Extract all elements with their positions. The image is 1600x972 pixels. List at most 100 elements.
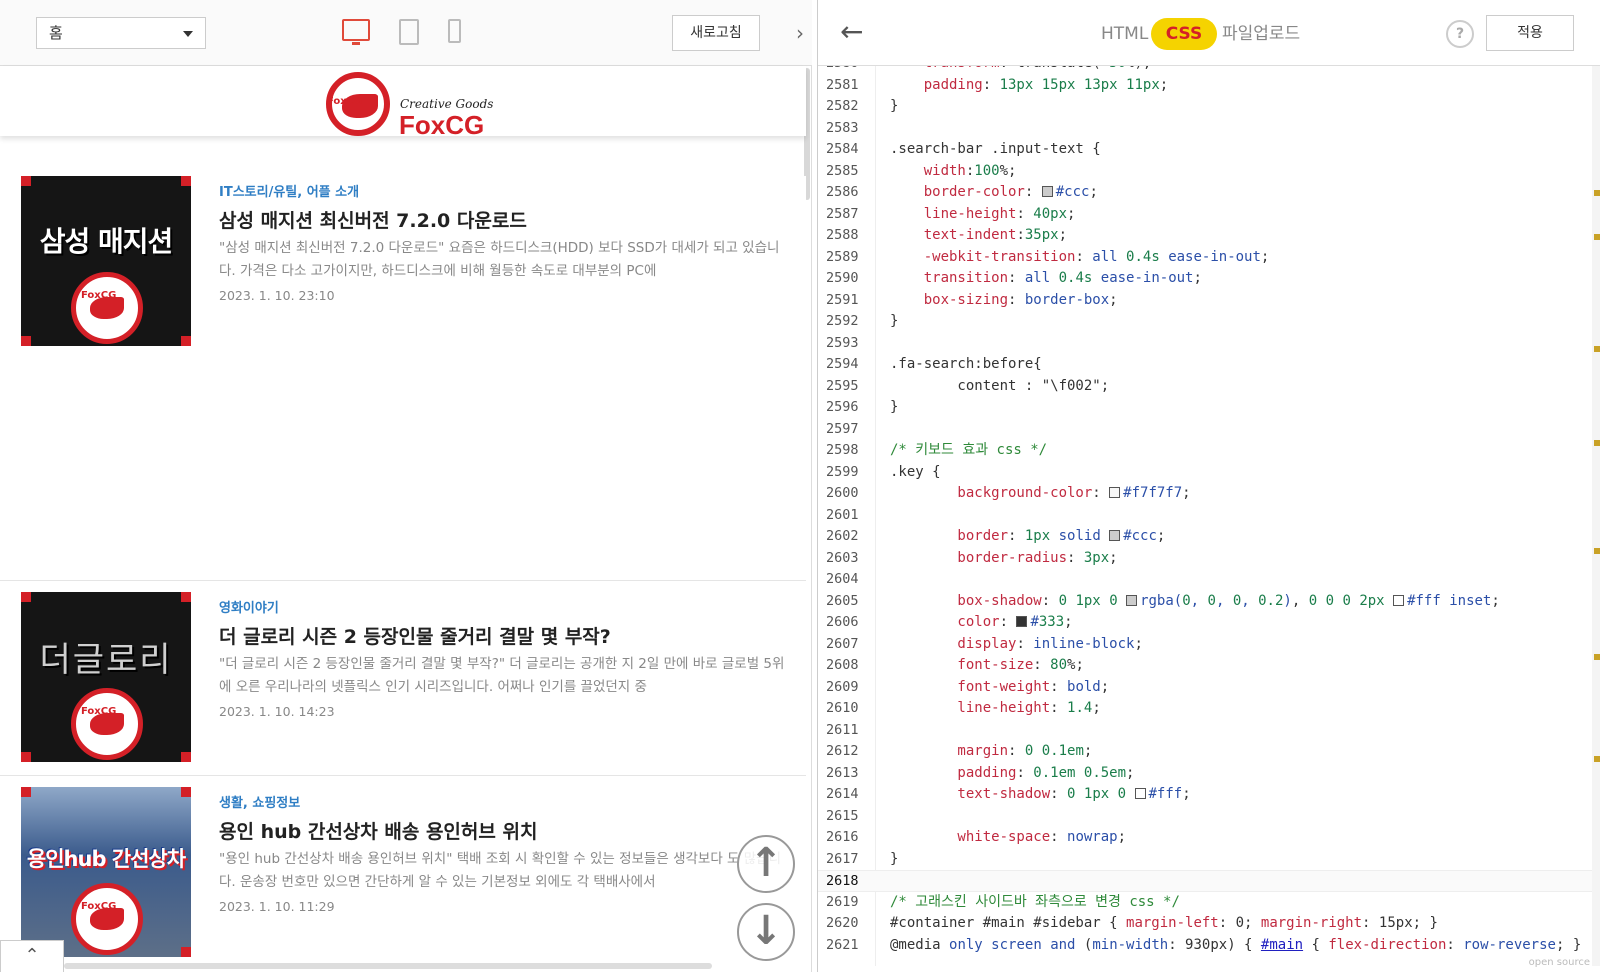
code-text[interactable]: }	[890, 849, 898, 871]
code-line[interactable]: 2607 display: inline-block;	[818, 634, 1600, 656]
post-thumbnail[interactable]: 더글로리 FoxCG	[21, 592, 191, 762]
code-text[interactable]: }	[890, 397, 898, 419]
logo-title[interactable]: FoxCG	[399, 110, 484, 141]
code-text[interactable]: display: inline-block;	[890, 634, 1142, 656]
code-text[interactable]: padding: 0.1em 0.5em;	[890, 763, 1134, 785]
code-line[interactable]: 2585 width:100%;	[818, 161, 1600, 183]
code-line[interactable]: 2589 -webkit-transition: all 0.4s ease-i…	[818, 247, 1600, 269]
post-category[interactable]: 영화이야기	[219, 597, 279, 616]
post-title[interactable]: 삼성 매지션 최신버전 7.2.0 다운로드	[219, 206, 527, 233]
code-text[interactable]: border-radius: 3px;	[890, 548, 1117, 570]
code-line[interactable]: 2615	[818, 806, 1600, 828]
code-line[interactable]: 2603 border-radius: 3px;	[818, 548, 1600, 570]
code-line[interactable]: 2601	[818, 505, 1600, 527]
code-line[interactable]: 2604	[818, 569, 1600, 591]
code-text[interactable]: width:100%;	[890, 161, 1017, 183]
code-text[interactable]: /* 키보드 효과 css */	[890, 440, 1047, 462]
code-line[interactable]: 2600 background-color: #f7f7f7;	[818, 483, 1600, 505]
code-line[interactable]: 2621 @media only screen and (min-width: 9…	[818, 935, 1600, 957]
preview-horizontal-scrollbar[interactable]	[64, 963, 712, 969]
code-text[interactable]: border-color: #ccc;	[890, 182, 1098, 204]
tab-css[interactable]: CSS	[1151, 18, 1217, 50]
code-line[interactable]: 2610 line-height: 1.4;	[818, 698, 1600, 720]
code-text[interactable]: line-height: 40px;	[890, 204, 1076, 226]
apply-button[interactable]: 적용	[1486, 15, 1574, 51]
code-line[interactable]: 2614 text-shadow: 0 1px 0 #fff;	[818, 784, 1600, 806]
code-text[interactable]: color: #333;	[890, 612, 1072, 634]
code-line[interactable]: 2617}	[818, 849, 1600, 871]
chevron-up-icon[interactable]: ⌃	[0, 940, 64, 972]
refresh-button[interactable]: 새로고침	[672, 15, 760, 51]
code-text[interactable]: text-shadow: 0 1px 0 #fff;	[890, 784, 1190, 806]
code-line[interactable]: 2595 content : "\f002";	[818, 376, 1600, 398]
code-line[interactable]: 2602 border: 1px solid #ccc;	[818, 526, 1600, 548]
arrow-down-icon[interactable]: ↓	[737, 903, 795, 961]
code-line[interactable]: 2586 border-color: #ccc;	[818, 182, 1600, 204]
code-line[interactable]: 2605 box-shadow: 0 1px 0 rgba(0, 0, 0, 0…	[818, 591, 1600, 613]
code-text[interactable]: background-color: #f7f7f7;	[890, 483, 1190, 505]
code-text[interactable]: text-indent:35px;	[890, 225, 1067, 247]
code-line[interactable]: 2599 .key {	[818, 462, 1600, 484]
code-text[interactable]: -webkit-transition: all 0.4s ease-in-out…	[890, 247, 1270, 269]
post-thumbnail[interactable]: 용인hub 간선상차 FoxCG	[21, 787, 191, 957]
code-text[interactable]: content : "\f002";	[890, 376, 1109, 398]
code-line[interactable]: 2581 padding: 13px 15px 13px 11px;	[818, 75, 1600, 97]
chevron-right-icon[interactable]: ›	[790, 20, 810, 46]
post-item[interactable]: 더글로리 FoxCG 영화이야기 더 글로리 시즌 2 등장인물 줄거리 결말 …	[0, 592, 806, 762]
page-select[interactable]: 홈	[36, 17, 206, 49]
post-title[interactable]: 용인 hub 간선상차 배송 용인허브 위치	[219, 817, 537, 844]
post-item[interactable]: 용인hub 간선상차 FoxCG 생활, 쇼핑정보 용인 hub 간선상차 배송…	[0, 787, 806, 957]
code-text[interactable]: line-height: 1.4;	[890, 698, 1100, 720]
code-text[interactable]: .search-bar .input-text {	[890, 139, 1101, 161]
code-line[interactable]: 2582}	[818, 96, 1600, 118]
code-line[interactable]: 2594 .fa-search:before{	[818, 354, 1600, 376]
code-line[interactable]: 2606 color: #333;	[818, 612, 1600, 634]
post-thumbnail[interactable]: 삼성 매지션 FoxCG	[21, 176, 191, 346]
back-arrow-icon[interactable]: ←	[840, 16, 863, 48]
code-text[interactable]: font-size: 80%;	[890, 655, 1083, 677]
code-text[interactable]: padding: 13px 15px 13px 11px;	[890, 75, 1169, 97]
code-line[interactable]: 2592}	[818, 311, 1600, 333]
code-line[interactable]: 2611	[818, 720, 1600, 742]
code-text[interactable]: margin: 0 0.1em;	[890, 741, 1092, 763]
code-line[interactable]: 2583	[818, 118, 1600, 140]
code-text[interactable]: @media only screen and (min-width: 930px…	[890, 935, 1581, 957]
code-line[interactable]: 2616 white-space: nowrap;	[818, 827, 1600, 849]
code-line[interactable]: 2593	[818, 333, 1600, 355]
code-line[interactable]: 2620 #container #main #sidebar { margin-l…	[818, 913, 1600, 935]
post-title[interactable]: 더 글로리 시즌 2 등장인물 줄거리 결말 몇 부작?	[219, 622, 611, 649]
code-line[interactable]: 2596}	[818, 397, 1600, 419]
code-text[interactable]: .key {	[890, 462, 941, 484]
tab-html[interactable]: HTML	[1101, 22, 1148, 46]
code-line[interactable]: 2598 /* 키보드 효과 css */	[818, 440, 1600, 462]
tab-file-upload[interactable]: 파일업로드	[1222, 22, 1300, 46]
code-text[interactable]: font-weight: bold;	[890, 677, 1109, 699]
code-line[interactable]: 2613 padding: 0.1em 0.5em;	[818, 763, 1600, 785]
code-text[interactable]: box-sizing: border-box;	[890, 290, 1118, 312]
tablet-view-icon[interactable]	[399, 19, 419, 45]
mobile-view-icon[interactable]	[448, 19, 461, 43]
code-line[interactable]: 2609 font-weight: bold;	[818, 677, 1600, 699]
code-line[interactable]: 2584 .search-bar .input-text {	[818, 139, 1600, 161]
code-line[interactable]: 2608 font-size: 80%;	[818, 655, 1600, 677]
code-line[interactable]: 2587 line-height: 40px;	[818, 204, 1600, 226]
code-text[interactable]: border: 1px solid #ccc;	[890, 526, 1165, 548]
desktop-view-icon[interactable]	[342, 19, 370, 45]
code-line[interactable]: 2619 /* 고래스킨 사이드바 좌측으로 변경 css */	[818, 892, 1600, 914]
code-text[interactable]: white-space: nowrap;	[890, 827, 1126, 849]
code-text[interactable]: transform: translate(-50%);	[890, 66, 1152, 75]
code-text[interactable]: box-shadow: 0 1px 0 rgba(0, 0, 0, 0.2), …	[890, 591, 1499, 613]
post-item[interactable]: 삼성 매지션 FoxCG IT스토리/유틸, 어플 소개 삼성 매지션 최신버전…	[0, 176, 806, 346]
post-category[interactable]: 생활, 쇼핑정보	[219, 792, 300, 811]
code-text[interactable]: .fa-search:before{	[890, 354, 1042, 376]
post-category[interactable]: IT스토리/유틸, 어플 소개	[219, 181, 359, 200]
code-line[interactable]: 2588 text-indent:35px;	[818, 225, 1600, 247]
editor-scrollbar[interactable]	[1592, 66, 1600, 966]
code-text[interactable]: transition: all 0.4s ease-in-out;	[890, 268, 1202, 290]
code-line[interactable]: 2612 margin: 0 0.1em;	[818, 741, 1600, 763]
css-code-editor[interactable]: 2580 transform: translate(-50%);2581 pad…	[818, 66, 1600, 966]
code-line[interactable]: 2590 transition: all 0.4s ease-in-out;	[818, 268, 1600, 290]
code-line[interactable]: 2591 box-sizing: border-box;	[818, 290, 1600, 312]
code-line[interactable]: 2618	[818, 870, 1600, 892]
code-text[interactable]: }	[890, 311, 898, 333]
